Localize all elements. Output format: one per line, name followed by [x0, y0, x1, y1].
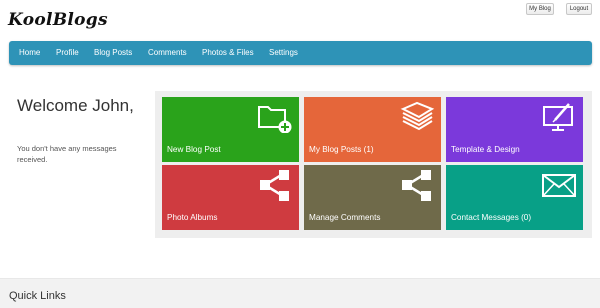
nav-blog-posts[interactable]: Blog Posts [94, 41, 132, 65]
monitor-pen-icon [543, 103, 573, 131]
tile-label: Contact Messages (0) [451, 213, 532, 222]
folder-add-icon [258, 106, 292, 133]
site-logo[interactable]: KoolBlogs [8, 10, 108, 30]
nav-profile[interactable]: Profile [56, 41, 79, 65]
quick-links-heading: Quick Links [9, 290, 66, 302]
tile-contact-messages[interactable]: Contact Messages (0) [446, 165, 583, 230]
share-icon [402, 170, 431, 201]
nav-comments[interactable]: Comments [148, 41, 187, 65]
my-blog-button[interactable]: My Blog [526, 3, 554, 15]
share-icon [260, 170, 289, 201]
logout-button[interactable]: Logout [566, 3, 592, 15]
tile-label: Manage Comments [309, 213, 381, 222]
nav-home[interactable]: Home [19, 41, 40, 65]
main-navbar: Home Profile Blog Posts Comments Photos … [9, 41, 592, 65]
tile-template-design[interactable]: Template & Design [446, 97, 583, 162]
nav-photos-files[interactable]: Photos & Files [202, 41, 254, 65]
layers-icon [400, 101, 435, 131]
tile-my-blog-posts[interactable]: My Blog Posts (1) [304, 97, 441, 162]
tile-new-blog-post[interactable]: New Blog Post [162, 97, 299, 162]
quick-links-section: Quick Links [0, 278, 600, 308]
tile-photo-albums[interactable]: Photo Albums [162, 165, 299, 230]
tile-label: New Blog Post [167, 145, 221, 154]
tile-manage-comments[interactable]: Manage Comments [304, 165, 441, 230]
nav-settings[interactable]: Settings [269, 41, 298, 65]
tile-label: Template & Design [451, 145, 520, 154]
envelope-icon [542, 174, 576, 197]
dashboard-tiles: New Blog Post My Blog Posts (1) Template… [155, 91, 592, 238]
welcome-heading: Welcome John, [17, 96, 134, 115]
no-messages-text: You don't have any messages received. [17, 144, 117, 164]
tile-label: My Blog Posts (1) [309, 145, 374, 154]
tile-label: Photo Albums [167, 213, 218, 222]
